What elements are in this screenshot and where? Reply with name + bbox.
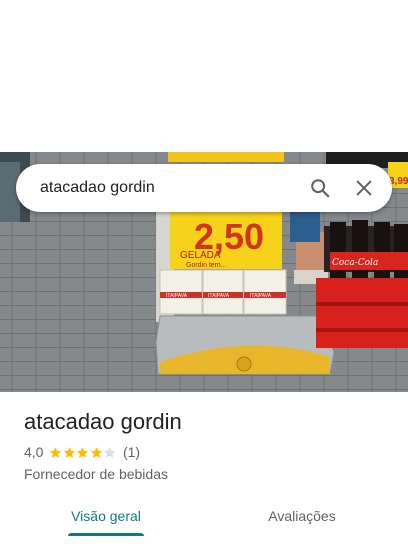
place-category: Fornecedor de bebidas [24, 466, 168, 482]
close-icon [356, 180, 372, 196]
review-count: (1) [122, 444, 141, 460]
crate-brand-text-3: ITAIPAVA [250, 293, 272, 299]
search-button[interactable] [300, 168, 340, 208]
star-filled-icon [77, 446, 89, 458]
search-bar[interactable]: atacadao gordin [16, 164, 392, 212]
sign-line1-text: GELADA [180, 250, 221, 261]
place-tabs: Visão geral Avaliações [0, 496, 408, 536]
active-tab-indicator [68, 533, 144, 536]
star-filled-icon [63, 446, 76, 458]
search-icon [311, 179, 330, 198]
place-info: atacadao gordin 4,0 (1) Fornecedor de be… [24, 408, 392, 482]
tab-reviews[interactable]: Avaliações [262, 496, 342, 536]
star-filled-icon [50, 446, 62, 458]
star-filled-icon [90, 446, 103, 458]
tab-overview[interactable]: Visão geral [68, 496, 144, 536]
star-empty-icon [104, 446, 116, 458]
place-title: atacadao gordin [24, 409, 182, 434]
beer-packs: ITAIPAVA ITAIPAVA ITAIPAVA [159, 269, 287, 315]
rating-row[interactable]: 4,0 (1) [24, 444, 392, 460]
price-sign: 2,50 GELADA Gordin tem... [170, 207, 282, 269]
search-query-text[interactable]: atacadao gordin [16, 179, 300, 197]
sign-line2-text: Gordin tem... [186, 262, 227, 269]
crate-brand-text-2: ITAIPAVA [208, 293, 230, 299]
clear-search-button[interactable] [344, 168, 384, 208]
star-rating [49, 446, 117, 459]
rating-value: 4,0 [24, 444, 44, 460]
crate-brand-text-1: ITAIPAVA [166, 293, 188, 299]
soda-brand-text: Coca-Cola [332, 258, 378, 268]
